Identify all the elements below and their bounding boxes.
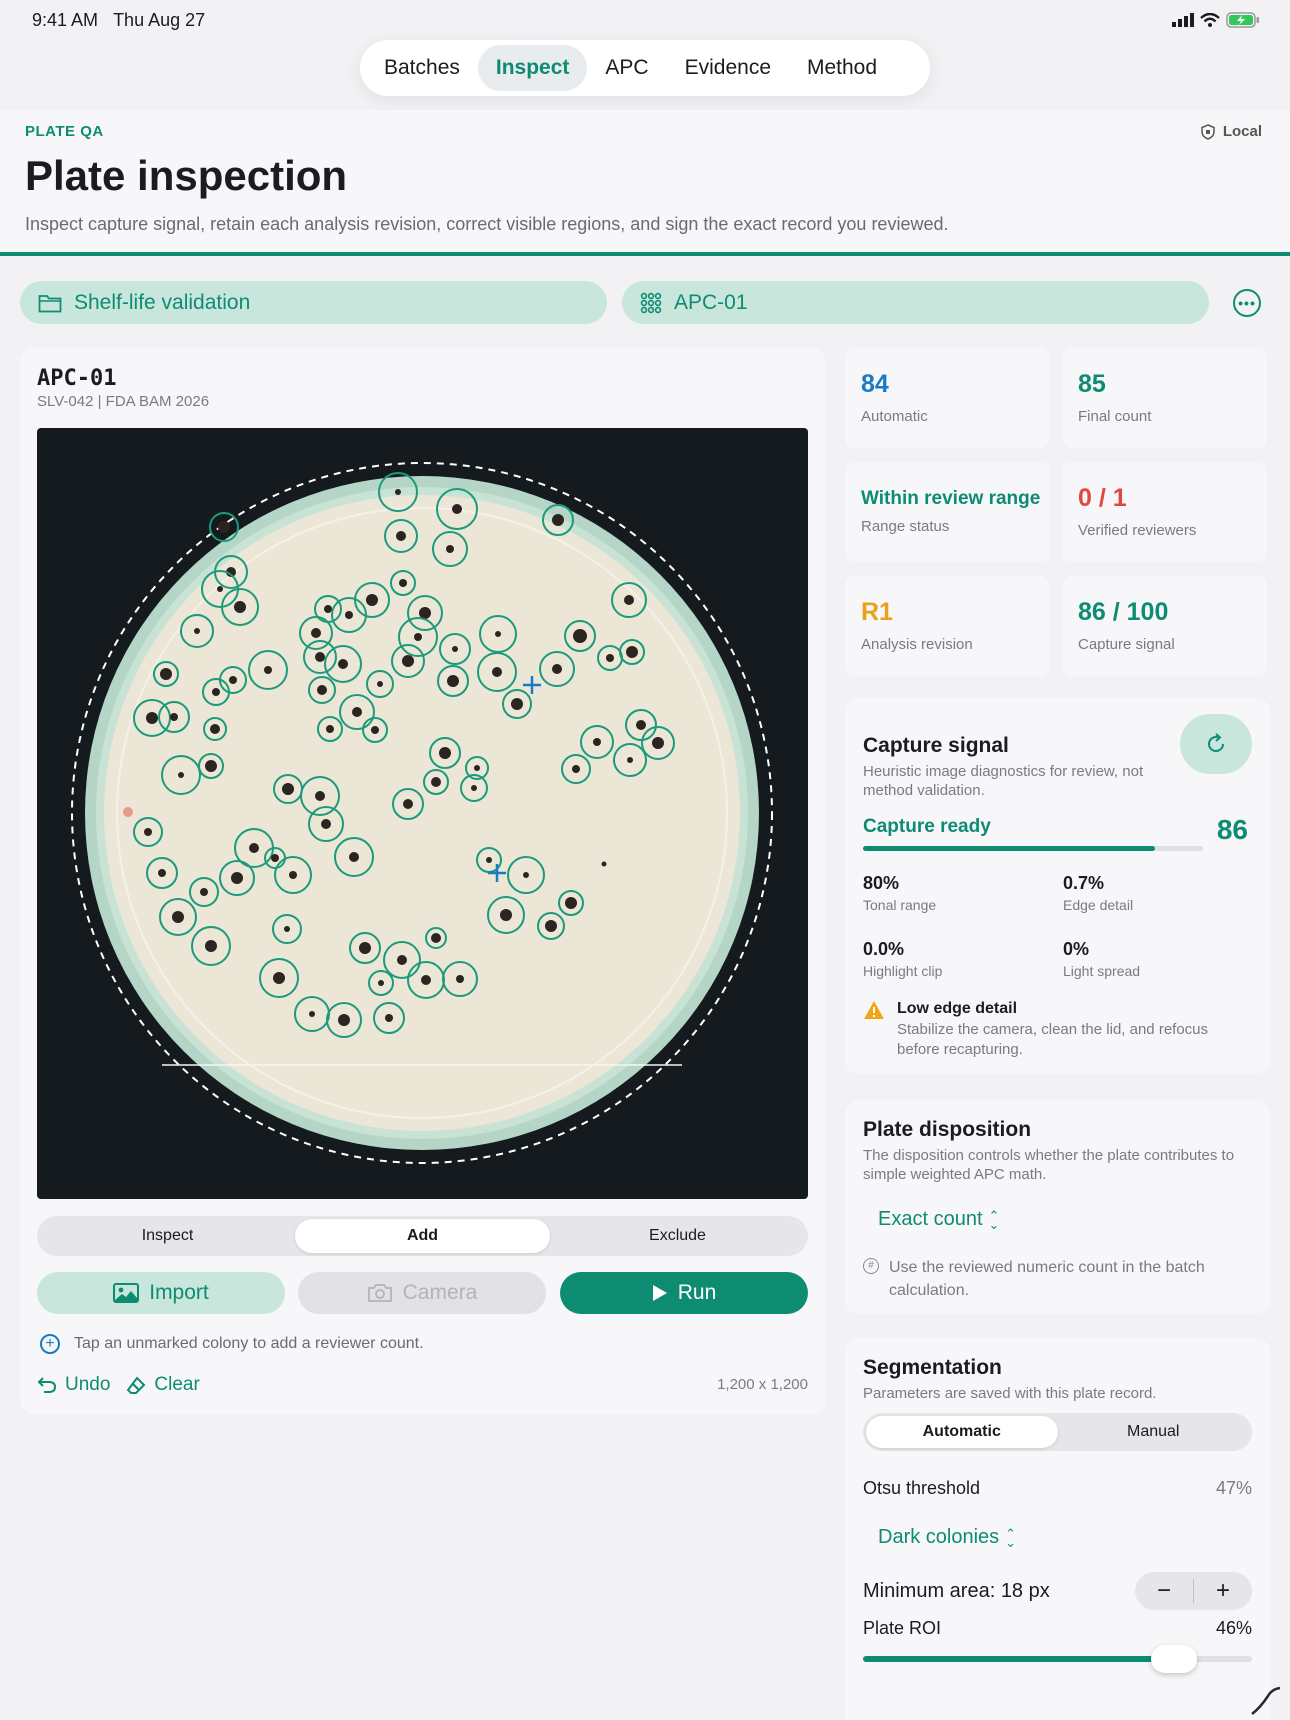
colony-marker[interactable] <box>209 512 239 542</box>
undo-button[interactable]: Undo <box>37 1374 110 1396</box>
disposition-title: Plate disposition <box>863 1118 1032 1141</box>
local-badge: Local <box>1201 123 1262 140</box>
plus-circle-icon: + <box>40 1334 60 1354</box>
plate-id: APC-01 <box>37 366 117 391</box>
plate-image[interactable] <box>37 428 808 1199</box>
photo-icon <box>113 1283 140 1303</box>
plate-picker[interactable]: APC-01 <box>622 281 1209 324</box>
shield-icon <box>1201 123 1215 140</box>
eraser-icon <box>127 1376 146 1394</box>
signal-icon <box>1172 13 1194 27</box>
study-picker-label: Shelf-life validation <box>74 290 251 314</box>
otsu-label: Otsu threshold <box>863 1478 981 1498</box>
polarity-select[interactable]: Dark colonies ⌃ ⌄ <box>878 1526 1016 1549</box>
plate-picker-label: APC-01 <box>674 290 748 314</box>
chevron-up-down-icon: ⌃ ⌄ <box>1005 1525 1017 1550</box>
stat-final-count: 85 Final count <box>1062 348 1267 448</box>
stat-automatic: 84 Automatic <box>845 348 1050 448</box>
tab-method[interactable]: Method <box>789 45 895 91</box>
plate-viewer[interactable] <box>37 428 808 1199</box>
mode-inspect[interactable]: Inspect <box>40 1219 295 1253</box>
tab-evidence[interactable]: Evidence <box>667 45 789 91</box>
edit-actions: Undo Clear <box>37 1374 200 1396</box>
tab-apc[interactable]: APC <box>587 45 666 91</box>
study-picker[interactable]: Shelf-life validation <box>20 281 607 324</box>
plate-mode-segment: Inspect Add Exclude <box>37 1216 808 1256</box>
grid-icon <box>640 292 662 313</box>
stat-range-status: Within review range Range status <box>845 462 1050 562</box>
roi-slider[interactable] <box>863 1645 1252 1673</box>
pencil-scribble-icon <box>1251 1686 1281 1715</box>
plate-meta: SLV-042 | FDA BAM 2026 <box>37 393 210 410</box>
add-hint: + Tap an unmarked colony to add a review… <box>40 1334 424 1354</box>
clear-button[interactable]: Clear <box>126 1374 200 1396</box>
image-dimensions: 1,200 x 1,200 <box>717 1376 808 1393</box>
disposition-note: # Use the reviewed numeric count in the … <box>863 1256 1249 1302</box>
capture-progress <box>863 846 1203 851</box>
refresh-button[interactable] <box>1180 714 1252 774</box>
capture-title: Capture signal <box>863 734 1009 757</box>
camera-button[interactable]: Camera <box>298 1272 546 1314</box>
otsu-value: 47% <box>1215 1478 1252 1498</box>
top-nav: Batches Inspect APC Evidence Method <box>360 40 930 96</box>
camera-icon <box>367 1284 392 1302</box>
stat-verified-reviewers: 0 / 1 Verified reviewers <box>1062 462 1267 562</box>
segmentation-panel: Segmentation Parameters are saved with t… <box>845 1338 1270 1720</box>
page-subtitle: Inspect capture signal, retain each anal… <box>25 214 949 234</box>
plus-icon[interactable]: + <box>1194 1577 1252 1605</box>
wifi-icon <box>1200 13 1220 27</box>
capture-warning: Low edge detail Stabilize the camera, cl… <box>863 1000 1247 1060</box>
minus-icon[interactable]: − <box>1135 1577 1193 1605</box>
capture-score: 86 <box>1216 814 1248 845</box>
slider-knob[interactable] <box>1151 1645 1198 1673</box>
page-header: PLATE QA Local Plate inspection Inspect … <box>0 110 1290 256</box>
segmentation-mode-segment: Automatic Manual <box>863 1413 1252 1451</box>
tab-batches[interactable]: Batches <box>366 45 478 91</box>
eyebrow: PLATE QA <box>25 123 104 140</box>
capture-signal-panel: Capture signal Heuristic image diagnosti… <box>845 698 1270 1074</box>
info-icon: # <box>863 1258 879 1274</box>
tab-inspect[interactable]: Inspect <box>477 45 588 91</box>
capture-status: Capture ready <box>863 816 991 837</box>
more-options-icon[interactable]: ••• <box>1233 289 1261 317</box>
undo-icon <box>37 1377 57 1393</box>
disposition-select[interactable]: Exact count ⌃ ⌄ <box>878 1208 999 1231</box>
capture-desc: Heuristic image diagnostics for review, … <box>863 763 1144 799</box>
roi-label: Plate ROI <box>863 1618 942 1638</box>
status-icons <box>1172 12 1260 28</box>
chevron-up-down-icon: ⌃ ⌄ <box>988 1207 1000 1232</box>
battery-icon <box>1226 12 1259 28</box>
warning-icon <box>864 1001 884 1019</box>
mode-automatic[interactable]: Automatic <box>866 1416 1058 1448</box>
warning-title: Low edge detail <box>897 1000 1018 1017</box>
segmentation-title: Segmentation <box>863 1356 1002 1379</box>
stat-capture-signal: 86 / 100 Capture signal <box>1062 576 1267 676</box>
folder-icon <box>38 294 62 312</box>
mode-exclude[interactable]: Exclude <box>550 1219 805 1253</box>
mode-manual[interactable]: Manual <box>1058 1416 1250 1448</box>
segmentation-desc: Parameters are saved with this plate rec… <box>863 1385 1157 1402</box>
min-area-label: Minimum area: 18 px <box>863 1580 1050 1602</box>
disposition-panel: Plate disposition The disposition contro… <box>845 1100 1270 1314</box>
page-title: Plate inspection <box>25 152 348 199</box>
play-icon <box>652 1285 667 1301</box>
min-area-stepper[interactable]: − + <box>1135 1572 1252 1610</box>
mode-add[interactable]: Add <box>295 1219 550 1253</box>
refresh-icon <box>1208 733 1224 752</box>
import-button[interactable]: Import <box>37 1272 285 1314</box>
disposition-desc: The disposition controls whether the pla… <box>863 1147 1235 1183</box>
plate-card: APC-01 SLV-042 | FDA BAM 2026 Inspect Ad… <box>20 348 826 1414</box>
status-time: 9:41 AM Thu Aug 27 <box>32 10 206 30</box>
status-bar: 9:41 AM Thu Aug 27 <box>0 0 1290 40</box>
warning-desc: Stabilize the camera, clean the lid, and… <box>897 1021 1209 1058</box>
run-button[interactable]: Run <box>560 1272 808 1314</box>
stat-analysis-revision: R1 Analysis revision <box>845 576 1050 676</box>
roi-value: 46% <box>1215 1618 1252 1638</box>
